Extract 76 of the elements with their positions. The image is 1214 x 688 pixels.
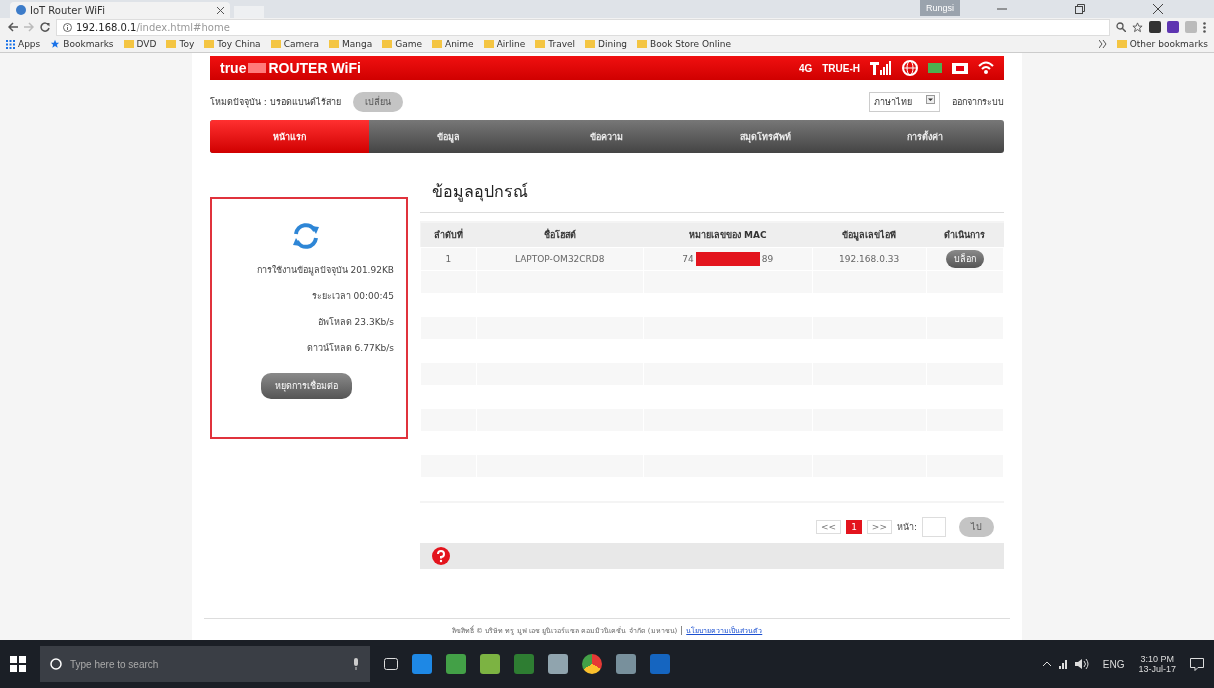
current-mode-text: โหมดปัจจุบัน : บรอดแบนด์ไร้สาย (210, 96, 341, 109)
tray-icons[interactable] (1042, 658, 1089, 670)
taskbar-search-field[interactable]: Type here to search (40, 646, 370, 682)
bookmark[interactable]: Other bookmarks (1116, 39, 1208, 49)
reload-icon[interactable] (40, 22, 50, 32)
bookmark[interactable]: Book Store Online (637, 39, 732, 49)
tab-title: IoT Router WiFi (30, 4, 105, 16)
star-icon[interactable] (1132, 21, 1143, 33)
dropdown-arrow-icon (926, 95, 935, 104)
table-cell: 1 (420, 247, 477, 271)
star-icon (50, 39, 61, 49)
page-input[interactable] (922, 517, 946, 537)
table-cell: 192.168.0.33 (812, 247, 926, 271)
column-header: ข้อมูลเลขไอพี (812, 223, 926, 248)
bookmark[interactable]: Anime (431, 39, 474, 49)
network-type: 4G (798, 62, 813, 74)
column-header: ดำเนินการ (926, 223, 1004, 248)
column-header: หมายเลขของ MAC (643, 223, 813, 248)
clock-date: 13-Jul-17 (1138, 664, 1176, 674)
menu-icon[interactable] (1203, 21, 1206, 33)
bookmark[interactable]: Toy (166, 39, 195, 49)
notification-icon[interactable] (1190, 657, 1204, 671)
address-field[interactable]: 192.168.0.1/index.html#home (56, 18, 1110, 36)
page-number[interactable]: 1 (846, 520, 862, 534)
chevron-icon[interactable] (1098, 40, 1107, 48)
logout-link[interactable]: ออกจากระบบ (952, 95, 1004, 109)
status-text: การใช้งานข้อมูลปัจจุบัน 201.92KB (256, 264, 394, 277)
back-icon[interactable] (8, 22, 18, 32)
table-cell: LAPTOP-OM32CRD8 (476, 247, 644, 271)
bookmark[interactable]: Travel (535, 39, 575, 49)
clock-time: 3:10 PM (1140, 654, 1174, 664)
bookmark[interactable]: Dining (585, 39, 628, 49)
status-text: ดาวน์โหลด 6.77Kb/s (306, 342, 394, 355)
windows-start-icon[interactable] (10, 656, 26, 672)
logo: true ROUTER WiFi (220, 60, 361, 76)
close-icon[interactable] (217, 6, 224, 14)
operator-name: TRUE-H (822, 62, 860, 74)
mac-suffix: 89 (761, 254, 774, 264)
block-button[interactable]: บล็อก (945, 250, 984, 268)
bookmark[interactable]: Airline (483, 39, 526, 49)
column-header: ชื่อโฮสต์ (476, 223, 644, 248)
mac-prefix: 74 (682, 254, 694, 264)
bookmark[interactable]: Camera (270, 39, 319, 49)
page-title: ข้อมูลอุปกรณ์ (420, 173, 1004, 213)
page-label: หน้า: (896, 521, 917, 534)
nav-tab[interactable]: ข้อมูล (368, 120, 528, 153)
wifi-icon (978, 60, 994, 76)
bookmark[interactable]: Bookmarks (50, 39, 114, 49)
circle-icon (50, 658, 62, 670)
nav-tab[interactable]: ข้อความ (527, 120, 687, 153)
redaction-block (695, 252, 760, 266)
input-language[interactable]: ENG (1102, 658, 1125, 670)
task-view-icon[interactable] (384, 658, 398, 670)
signal-icon (870, 60, 892, 76)
apps-grid-icon (6, 39, 15, 49)
info-icon[interactable] (63, 22, 72, 32)
status-text: อัพโหลด 23.3Kb/s (317, 316, 394, 329)
nav-tab[interactable]: สมุดโทรศัพท์ (686, 120, 846, 153)
next-page-button[interactable]: >> (866, 520, 892, 534)
bookmark[interactable]: Game (382, 39, 422, 49)
column-header: ลำดับที่ (420, 223, 477, 248)
refresh-icon[interactable] (291, 221, 321, 251)
status-text: ระยะเวลา 00:00:45 (311, 290, 394, 303)
nav-tab[interactable]: การตั้งค่า (845, 120, 1004, 153)
bookmark[interactable]: Manga (328, 39, 373, 49)
previous-page-button[interactable]: << (816, 520, 842, 534)
disconnect-button[interactable]: หยุดการเชื่อมต่อ (260, 373, 352, 399)
help-icon[interactable] (432, 547, 450, 565)
microphone-icon[interactable] (352, 658, 360, 670)
bookmark[interactable]: Apps (6, 39, 41, 49)
nav-tab[interactable]: หน้าแรก (210, 120, 369, 153)
language-select[interactable]: ภาษาไทย (869, 92, 940, 112)
zoom-icon[interactable] (1116, 22, 1126, 32)
browser-tab[interactable]: IoT Router WiFi (10, 2, 230, 18)
bookmark[interactable]: DVD (123, 39, 157, 49)
bookmark[interactable]: Toy China (204, 39, 261, 49)
